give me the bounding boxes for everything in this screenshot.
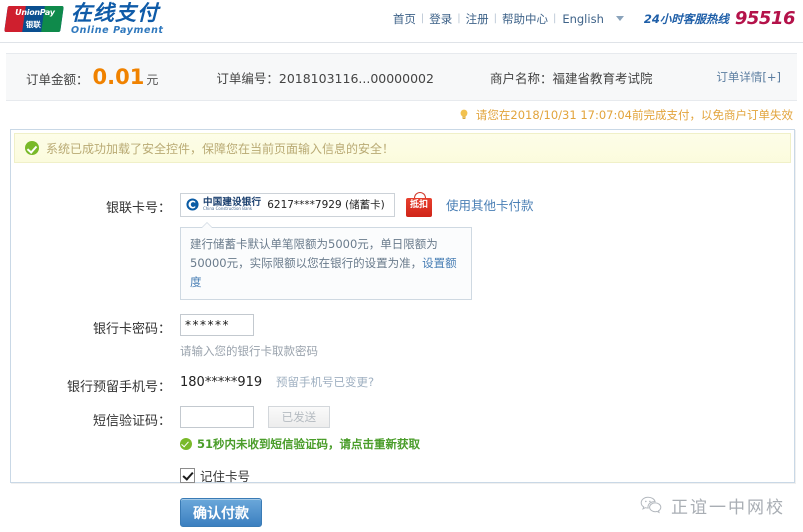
payment-form: 银联卡号： 中国建设银行 China Construction Bank 621… (11, 166, 794, 527)
order-amount-value: 0.01 (92, 65, 145, 89)
bank-name: 中国建设银行 China Construction Bank (203, 198, 261, 212)
nav-item-login[interactable]: 登录 (424, 11, 457, 27)
order-number-value: 2018103116...00000002 (278, 70, 434, 86)
lightbulb-icon (460, 109, 468, 119)
card-limit-notice: 建行储蓄卡默认单笔限额为5000元，单日限额为50000元，实际限额以您在银行的… (180, 222, 472, 300)
hotline-label: 24小时客服热线 (643, 11, 729, 26)
sms-code-input[interactable] (180, 406, 254, 428)
check-circle-icon (25, 141, 39, 155)
payment-deadline-text: 请您在2018/10/31 17:07:04前完成支付，以免商户订单失效 (475, 108, 793, 122)
form-row-password: 银行卡密码： 请输入您的银行卡取款密码 (11, 314, 794, 359)
merchant-group: 商户名称： 福建省教育考试院 (490, 68, 653, 87)
site-header: UnionPay 银联 在线支付 Online Payment 首页 | 登录 … (0, 0, 803, 43)
payment-panel: 系统已成功加载了安全控件，保障您在当前页面输入信息的安全！ 银联卡号： 中国建设… (10, 129, 795, 527)
card-number-label: 银联卡号： (105, 201, 171, 216)
reserved-phone-value: 180*****919 (180, 375, 263, 390)
logo-title-cn: 在线支付 (71, 1, 159, 25)
remember-card-checkbox[interactable] (180, 468, 195, 483)
unionpay-mark-icon: UnionPay 银联 (4, 6, 64, 33)
form-row-card-number: 银联卡号： 中国建设银行 China Construction Bank 621… (11, 192, 794, 217)
nav-item-home[interactable]: 首页 (388, 11, 421, 27)
merchant-value: 福建省教育考试院 (552, 70, 653, 86)
bank-name-en: China Construction Bank (203, 206, 253, 211)
top-navigation: 首页 | 登录 | 注册 | 帮助中心 | English 24小时客服热线 9… (388, 8, 796, 29)
card-limit-text: 建行储蓄卡默认单笔限额为5000元，单日限额为50000元，实际限额以您在银行的… (190, 237, 438, 270)
check-circle-icon (180, 438, 192, 450)
order-amount-group: 订单金额： 0.01 元 (26, 65, 158, 89)
order-amount-unit: 元 (146, 73, 159, 87)
nav-item-register[interactable]: 注册 (461, 11, 494, 27)
remember-card-label: 记住卡号 (200, 469, 251, 484)
watermark: 正谊一中网校 (640, 493, 785, 518)
confirm-payment-button[interactable]: 确认付款 (180, 498, 262, 527)
card-password-label: 银行卡密码： (92, 322, 171, 337)
use-other-card-link[interactable]: 使用其他卡付款 (446, 195, 534, 214)
form-row-sms-code: 短信验证码： 已发送 51秒内未收到短信验证码，请点击重新获取 (11, 406, 794, 452)
card-password-hint: 请输入您的银行卡取款密码 (180, 344, 318, 358)
wechat-icon (640, 496, 662, 514)
watermark-text: 正谊一中网校 (671, 498, 785, 518)
card-number-value: 6217****7929 (储蓄卡) (267, 199, 385, 211)
phone-changed-link[interactable]: 预留手机号已变更? (276, 375, 374, 389)
card-password-input[interactable] (180, 314, 254, 336)
remember-card-row[interactable]: 记住卡号 (180, 466, 794, 485)
security-control-banner: 系统已成功加载了安全控件，保障您在当前页面输入信息的安全！ (14, 133, 791, 163)
order-summary-bar: 订单金额： 0.01 元 订单编号： 2018103116...00000002… (6, 53, 797, 101)
unionpay-logo: UnionPay 银联 在线支付 Online Payment (4, 3, 164, 36)
order-number-label: 订单编号： (216, 70, 279, 86)
sms-code-label: 短信验证码： (92, 414, 171, 429)
unionpay-mark-line1: UnionPay (15, 8, 55, 18)
hotline-number: 95516 (734, 8, 796, 29)
send-sms-button[interactable]: 已发送 (267, 406, 330, 428)
form-row-phone: 银行预留手机号： 180*****919 预留手机号已变更? (11, 372, 794, 395)
sms-status-text: 51秒内未收到短信验证码，请点击重新获取 (197, 437, 421, 451)
logo-title-en: Online Payment (71, 25, 164, 36)
logo-title: 在线支付 Online Payment (71, 3, 164, 36)
payment-deadline-notice: 请您在2018/10/31 17:07:04前完成支付，以免商户订单失效 (0, 101, 803, 123)
discount-badge: 抵扣 (406, 192, 432, 217)
selected-card-box[interactable]: 中国建设银行 China Construction Bank 6217****7… (180, 192, 395, 217)
reserved-phone-label: 银行预留手机号： (66, 380, 171, 395)
order-number-group: 订单编号： 2018103116...00000002 (216, 68, 434, 87)
discount-badge-label: 抵扣 (409, 200, 428, 210)
unionpay-mark-line2: 银联 (25, 20, 41, 30)
language-selector[interactable]: English (556, 12, 608, 26)
security-control-text: 系统已成功加载了安全控件，保障您在当前页面输入信息的安全！ (46, 141, 395, 156)
order-detail-link[interactable]: 订单详情[+] (716, 69, 781, 85)
merchant-label: 商户名称： (489, 70, 553, 86)
chevron-down-icon[interactable] (615, 16, 624, 21)
ccb-bank-logo-icon (186, 198, 199, 211)
form-row-limit-notice: 建行储蓄卡默认单笔限额为5000元，单日限额为50000元，实际限额以您在银行的… (11, 217, 794, 300)
order-amount-label: 订单金额： (26, 72, 89, 87)
sms-status-message: 51秒内未收到短信验证码，请点击重新获取 (180, 436, 420, 452)
nav-item-help-center[interactable]: 帮助中心 (497, 11, 553, 27)
